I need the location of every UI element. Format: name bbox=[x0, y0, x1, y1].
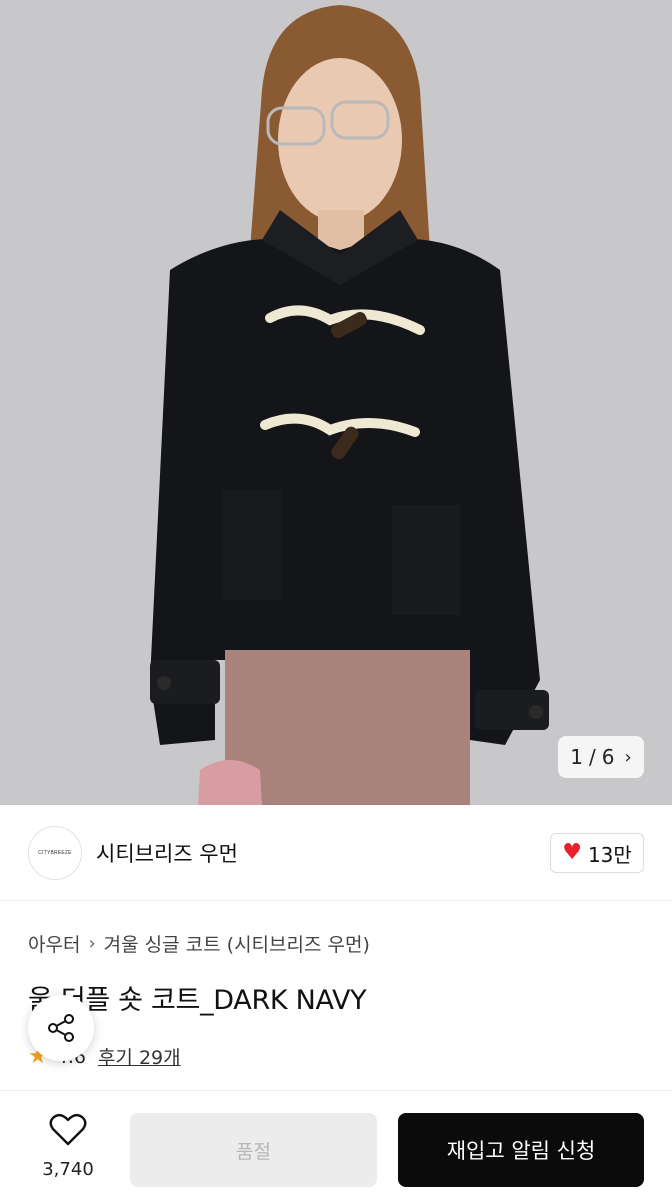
wishlist-button[interactable]: 3,740 bbox=[30, 1113, 106, 1180]
bottom-action-bar: 3,740 품절 재입고 알림 신청 bbox=[0, 1090, 672, 1200]
brand-name[interactable]: 시티브리즈 우먼 bbox=[96, 838, 238, 868]
pager-separator: / bbox=[589, 745, 596, 769]
breadcrumb-item-outer[interactable]: 아우터 bbox=[28, 930, 80, 957]
brand-logo-text: CITYBREEZE bbox=[38, 850, 72, 856]
wishlist-count: 3,740 bbox=[42, 1159, 94, 1180]
soldout-button: 품절 bbox=[130, 1113, 377, 1187]
product-page: 1 / 6 › CITYBREEZE 시티브리즈 우먼 ♥ 13만 아우터 › … bbox=[0, 0, 672, 1200]
pager-current: 1 bbox=[570, 745, 584, 769]
share-icon bbox=[48, 1014, 74, 1042]
breadcrumb: 아우터 › 겨울 싱글 코트 (시티브리즈 우먼) bbox=[28, 930, 370, 957]
brand-like-count: 13만 bbox=[587, 842, 632, 867]
product-image[interactable]: 1 / 6 › bbox=[0, 0, 672, 805]
brand-logo[interactable]: CITYBREEZE bbox=[28, 826, 82, 880]
heart-filled-icon: ♥ bbox=[562, 840, 582, 865]
product-photo-illustration bbox=[0, 0, 672, 805]
reviews-link[interactable]: 후기 29개 bbox=[98, 1043, 181, 1070]
chevron-right-icon: › bbox=[88, 933, 96, 954]
share-button[interactable] bbox=[28, 995, 94, 1061]
pager-total: 6 bbox=[601, 745, 615, 769]
brand-row[interactable]: CITYBREEZE 시티브리즈 우먼 ♥ 13만 bbox=[0, 805, 672, 901]
chevron-right-icon: › bbox=[624, 746, 632, 768]
image-pager[interactable]: 1 / 6 › bbox=[558, 736, 644, 778]
breadcrumb-item-category[interactable]: 겨울 싱글 코트 (시티브리즈 우먼) bbox=[104, 930, 370, 957]
brand-like-button[interactable]: ♥ 13만 bbox=[550, 833, 644, 873]
heart-outline-icon bbox=[49, 1113, 87, 1146]
restock-alert-button[interactable]: 재입고 알림 신청 bbox=[398, 1113, 644, 1187]
